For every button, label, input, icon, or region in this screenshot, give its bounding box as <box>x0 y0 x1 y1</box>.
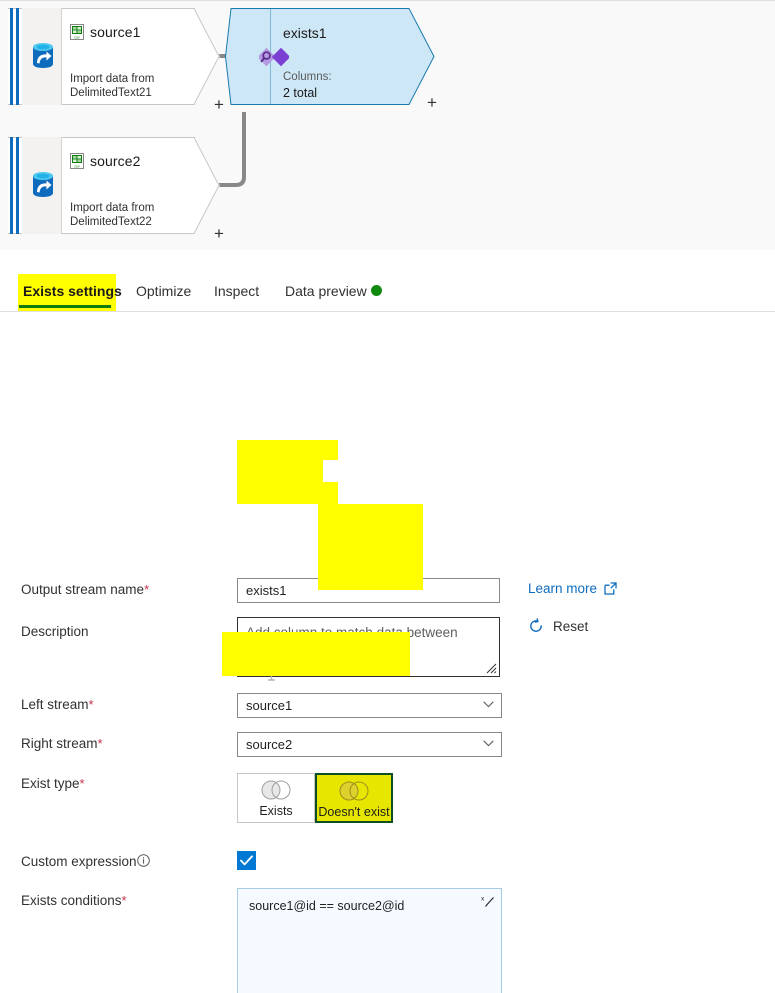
source-node-source2[interactable]: csv source2 Import data from DelimitedTe… <box>8 137 224 242</box>
svg-text:csv: csv <box>74 35 80 39</box>
exist-type-label-text: Exist type <box>21 776 80 791</box>
exists-conditions-label: Exists conditions* <box>21 893 127 908</box>
right-stream-dropdown-display[interactable]: source2 <box>237 732 502 757</box>
external-link-icon <box>604 582 617 595</box>
source-accent-bar-outer <box>10 137 13 234</box>
settings-tabbar: Exists settings Optimize Inspect Data pr… <box>0 271 775 312</box>
exists-node-name: exists1 <box>283 25 327 41</box>
database-source-icon <box>33 172 53 197</box>
refresh-icon <box>530 618 542 632</box>
source-title-row: csv source1 <box>70 24 141 40</box>
source-accent-bar-inner <box>16 8 19 105</box>
exist-type-option-exists-label: Exists <box>259 804 293 818</box>
exists-node-body: exists1 Columns: 2 total <box>283 8 433 105</box>
exists-conditions-required-marker: * <box>121 893 127 908</box>
left-stream-label-text: Left stream <box>21 697 89 712</box>
exists-add-button[interactable]: + <box>427 94 437 111</box>
exist-type-button-group: Exists Doesn't exist <box>237 773 393 823</box>
textarea-resize-grip[interactable] <box>485 662 497 674</box>
source2-add-button[interactable]: + <box>214 225 224 242</box>
source-accent-bar-inner <box>16 137 19 234</box>
svg-text:x: x <box>481 896 485 903</box>
source-description: Import data from DelimitedText21 <box>70 73 155 99</box>
exist-type-option-doesnt-exist-label: Doesn't exist <box>318 805 390 819</box>
text-cursor <box>268 655 275 681</box>
right-stream-label-text: Right stream <box>21 736 98 751</box>
source-accent-bar-outer <box>10 8 13 105</box>
exists-columns-label: Columns: <box>283 71 332 83</box>
venn-exists-icon <box>261 780 291 800</box>
source-name-label: source2 <box>90 153 141 169</box>
right-stream-label: Right stream* <box>21 736 103 751</box>
data-preview-status-dot <box>371 285 382 296</box>
chevron-down-icon <box>483 701 494 708</box>
right-stream-required-marker: * <box>97 736 103 751</box>
settings-panel: Exists settings Optimize Inspect Data pr… <box>0 250 775 993</box>
canvas-top-divider <box>0 0 775 1</box>
left-stream-value: source1 <box>246 698 293 713</box>
right-stream-value: source2 <box>246 737 293 752</box>
tab-data-preview[interactable]: Data preview <box>283 271 369 310</box>
left-stream-required-marker: * <box>88 697 94 712</box>
tab-optimize[interactable]: Optimize <box>134 271 193 310</box>
exists-conditions-expression-box[interactable]: source1@id == source2@id x <box>237 888 502 993</box>
custom-expression-label: Custom expression <box>21 854 137 869</box>
csv-file-icon: csv <box>70 24 84 40</box>
exists-conditions-expression-text: source1@id == source2@id <box>249 899 405 913</box>
source-title-row: csv source2 <box>70 153 141 169</box>
reset-button[interactable]: Reset <box>528 618 588 634</box>
exists-transform-node[interactable]: exists1 Columns: 2 total + <box>225 8 437 111</box>
output-stream-required-marker: * <box>144 582 150 597</box>
tab-selected-underline <box>19 305 111 308</box>
exist-type-label: Exist type* <box>21 776 85 791</box>
left-stream-dropdown-display[interactable]: source1 <box>237 693 502 718</box>
database-source-icon <box>33 43 53 68</box>
source-node-body: csv source2 Import data from DelimitedTe… <box>70 137 210 234</box>
exists-columns-value: 2 total <box>283 86 318 100</box>
exist-type-required-marker: * <box>79 776 85 791</box>
exists-conditions-label-text: Exists conditions <box>21 893 122 908</box>
reset-label: Reset <box>553 618 589 634</box>
source-node-source1[interactable]: csv source1 Import data from DelimitedTe… <box>8 8 224 113</box>
exist-type-option-exists[interactable]: Exists <box>237 773 315 823</box>
exist-type-option-doesnt-exist[interactable]: Doesn't exist <box>315 773 393 823</box>
left-stream-dropdown[interactable]: source1 <box>237 693 502 718</box>
source-name-label: source1 <box>90 24 141 40</box>
source-node-body: csv source1 Import data from DelimitedTe… <box>70 8 210 105</box>
description-label: Description <box>21 624 89 639</box>
output-stream-name-text: Output stream name <box>21 582 145 597</box>
right-stream-dropdown[interactable]: source2 <box>237 732 502 757</box>
svg-text:csv: csv <box>74 164 80 168</box>
expand-expression-icon[interactable]: x <box>480 894 495 909</box>
venn-doesnt-exist-icon <box>339 781 369 801</box>
source1-add-button[interactable]: + <box>214 96 224 113</box>
checkmark-icon <box>240 855 253 866</box>
learn-more-label: Learn more <box>528 581 598 596</box>
output-stream-name-label: Output stream name* <box>21 582 149 597</box>
tab-inspect[interactable]: Inspect <box>212 271 261 310</box>
csv-file-icon: csv <box>70 153 84 169</box>
left-stream-label: Left stream* <box>21 697 94 712</box>
output-stream-name-input[interactable] <box>237 578 500 603</box>
description-textarea[interactable] <box>237 617 500 677</box>
data-flow-canvas[interactable]: csv source1 Import data from DelimitedTe… <box>0 0 775 251</box>
info-icon[interactable] <box>137 854 150 867</box>
learn-more-link[interactable]: Learn more <box>528 581 617 596</box>
chevron-down-icon <box>483 740 494 747</box>
custom-expression-checkbox[interactable] <box>237 851 256 870</box>
source-description: Import data from DelimitedText22 <box>70 202 155 228</box>
